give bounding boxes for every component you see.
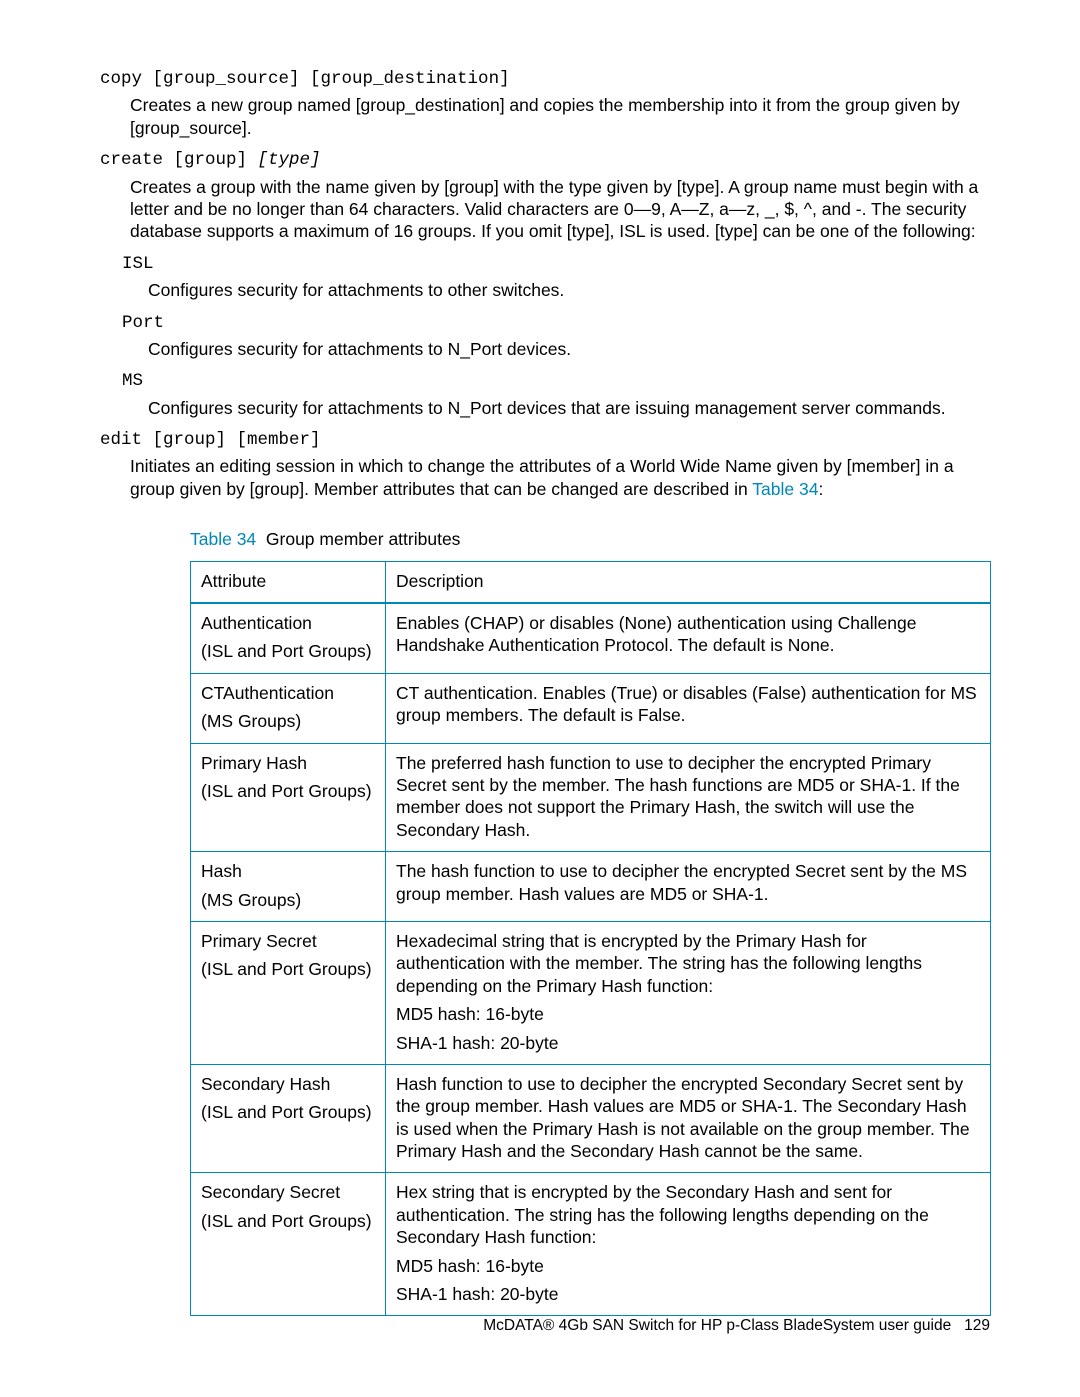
table-row: Hash(MS Groups)The hash function to use … xyxy=(191,852,991,922)
col-attribute: Attribute xyxy=(191,561,386,603)
type-ms-key: MS xyxy=(122,370,990,392)
attr-cell: Primary Hash(ISL and Port Groups) xyxy=(191,743,386,852)
type-ms-desc: Configures security for attachments to N… xyxy=(148,397,990,419)
attr-cell: Authentication(ISL and Port Groups) xyxy=(191,603,386,673)
attr-cell: Secondary Hash(ISL and Port Groups) xyxy=(191,1064,386,1173)
page-footer: McDATA® 4Gb SAN Switch for HP p-Class Bl… xyxy=(0,1316,1080,1336)
table-link[interactable]: Table 34 xyxy=(752,479,818,499)
attr-cell: Hash(MS Groups) xyxy=(191,852,386,922)
page-content: copy [group_source] [group_destination] … xyxy=(0,0,1080,1316)
col-description: Description xyxy=(386,561,991,603)
table-row: CTAuthentication(MS Groups)CT authentica… xyxy=(191,673,991,743)
desc-cell: Hash function to use to decipher the enc… xyxy=(386,1064,991,1173)
attr-cell: CTAuthentication(MS Groups) xyxy=(191,673,386,743)
attr-cell: Secondary Secret(ISL and Port Groups) xyxy=(191,1173,386,1316)
type-port-key: Port xyxy=(122,312,990,334)
desc-cell: Hex string that is encrypted by the Seco… xyxy=(386,1173,991,1316)
cmd-copy-syntax: copy [group_source] [group_destination] xyxy=(100,68,990,90)
desc-cell: The hash function to use to decipher the… xyxy=(386,852,991,922)
table-row: Authentication(ISL and Port Groups)Enabl… xyxy=(191,603,991,673)
desc-cell: Hexadecimal string that is encrypted by … xyxy=(386,921,991,1064)
type-isl-desc: Configures security for attachments to o… xyxy=(148,279,990,301)
desc-cell: CT authentication. Enables (True) or dis… xyxy=(386,673,991,743)
desc-cell: Enables (CHAP) or disables (None) authen… xyxy=(386,603,991,673)
table-header-row: Attribute Description xyxy=(191,561,991,603)
cmd-edit-desc: Initiates an editing session in which to… xyxy=(130,455,990,500)
table-row: Secondary Secret(ISL and Port Groups)Hex… xyxy=(191,1173,991,1316)
cmd-copy-desc: Creates a new group named [group_destina… xyxy=(130,94,990,139)
attr-cell: Primary Secret(ISL and Port Groups) xyxy=(191,921,386,1064)
table-row: Primary Secret(ISL and Port Groups)Hexad… xyxy=(191,921,991,1064)
table-row: Secondary Hash(ISL and Port Groups)Hash … xyxy=(191,1064,991,1173)
table-caption: Table 34 Group member attributes xyxy=(190,528,990,550)
cmd-create-desc: Creates a group with the name given by [… xyxy=(130,176,990,243)
desc-cell: The preferred hash function to use to de… xyxy=(386,743,991,852)
type-port-desc: Configures security for attachments to N… xyxy=(148,338,990,360)
group-member-attributes-table: Attribute Description Authentication(ISL… xyxy=(190,561,991,1317)
table-row: Primary Hash(ISL and Port Groups)The pre… xyxy=(191,743,991,852)
cmd-create-syntax: create [group] [type] xyxy=(100,149,990,171)
type-isl-key: ISL xyxy=(122,253,990,275)
cmd-edit-syntax: edit [group] [member] xyxy=(100,429,990,451)
